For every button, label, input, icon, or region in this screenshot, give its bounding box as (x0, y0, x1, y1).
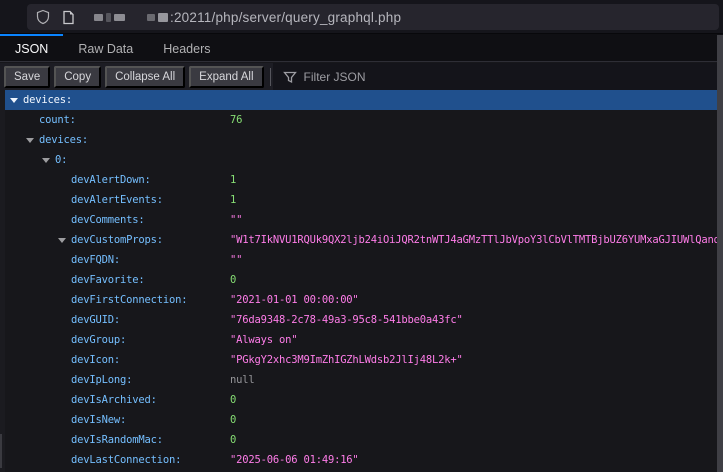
tree-row[interactable]: devIpLong: null (0, 370, 717, 390)
property-key: devGroup: (71, 330, 126, 350)
filter-json-input[interactable] (304, 70, 723, 84)
vertical-scrollbar[interactable] (717, 35, 723, 472)
property-key: devIcon: (71, 350, 120, 370)
tree-row[interactable]: devGUID: "76da9348-2c78-49a3-95c8-541bbe0… (0, 310, 717, 330)
property-value: "Always on" (230, 330, 297, 350)
property-key: devIsArchived: (71, 390, 157, 410)
property-key: count: (39, 110, 76, 130)
property-value: null (230, 370, 255, 390)
tree-row[interactable]: devIsArchived: 0 (0, 390, 717, 410)
expand-all-button[interactable]: Expand All (189, 66, 263, 88)
collapse-all-button[interactable]: Collapse All (105, 66, 185, 88)
filter-funnel-icon (283, 70, 297, 84)
page-icon[interactable] (61, 10, 76, 25)
tab-headers[interactable]: Headers (148, 34, 225, 61)
property-key: devFQDN: (71, 250, 120, 270)
property-value: 0 (230, 430, 236, 450)
property-value: "76da9348-2c78-49a3-95c8-541bbe0a43fc" (230, 310, 463, 330)
property-key: devices: (39, 130, 88, 150)
save-button[interactable]: Save (4, 66, 50, 88)
property-value: 76 (230, 110, 242, 130)
property-value: "PGkgY2xhc3M9ImZhIGZhLWdsb2JlIj48L2k+" (230, 350, 463, 370)
property-value: 0 (230, 270, 236, 290)
property-value: "2021-01-01 00:00:00" (230, 290, 359, 310)
property-key: devIpLong: (71, 370, 132, 390)
property-value: "" (230, 250, 242, 270)
property-key: devAlertDown: (71, 170, 151, 190)
property-value: 1 (230, 170, 236, 190)
tree-row[interactable]: count: 76 (0, 110, 717, 130)
property-key: devices: (23, 90, 72, 110)
toolbar-divider (270, 68, 271, 86)
property-value: "" (230, 210, 242, 230)
property-key: devCustomProps: (71, 230, 163, 250)
property-key: devComments: (71, 210, 144, 230)
twisty-collapse-icon[interactable] (58, 238, 66, 243)
tab-raw-data[interactable]: Raw Data (63, 34, 148, 61)
copy-button[interactable]: Copy (54, 66, 101, 88)
json-toolbar: Save Copy Collapse All Expand All (0, 63, 723, 90)
twisty-collapse-icon[interactable] (10, 98, 18, 103)
tree-row[interactable]: devIcon: "PGkgY2xhc3M9ImZhIGZhLWdsb2JlIj4… (0, 350, 717, 370)
property-key: devIsNew: (71, 410, 126, 430)
tree-row[interactable]: 0: (0, 150, 717, 170)
tree-row[interactable]: devFavorite: 0 (0, 270, 717, 290)
property-key: devAlertEvents: (71, 190, 163, 210)
left-edge-strip (0, 90, 5, 472)
tree-row[interactable]: devices: (0, 130, 717, 150)
property-key: devGUID: (71, 310, 120, 330)
tree-row[interactable]: devAlertEvents: 1 (0, 190, 717, 210)
shield-icon[interactable] (35, 9, 51, 25)
tab-json[interactable]: JSON (0, 34, 63, 61)
url-bar[interactable]: :20211/php/server/query_graphql.php (27, 4, 719, 30)
tree-row[interactable]: devices: (0, 90, 717, 110)
property-key: devIsRandomMac: (71, 430, 163, 450)
property-key: devFavorite: (71, 270, 144, 290)
tree-row[interactable]: devFQDN: "" (0, 250, 717, 270)
tree-row[interactable]: devAlertDown: 1 (0, 170, 717, 190)
property-key: devLastConnection: (71, 450, 181, 470)
property-value: 0 (230, 390, 236, 410)
redacted-host-pixels (94, 11, 168, 23)
url-path-text: :20211/php/server/query_graphql.php (170, 10, 401, 25)
tree-row[interactable]: devIsNew: 0 (0, 410, 717, 430)
property-value: 0 (230, 410, 236, 430)
tree-row[interactable]: devFirstConnection: "2021-01-01 00:00:00" (0, 290, 717, 310)
tree-row[interactable]: devCustomProps: "W1t7IkNVU1RQUk9QX2ljb24i… (0, 230, 717, 250)
tree-row[interactable]: devIsRandomMac: 0 (0, 430, 717, 450)
property-key: devFirstConnection: (71, 290, 187, 310)
browser-chrome: :20211/php/server/query_graphql.php (0, 0, 723, 33)
property-value: "W1t7IkNVU1RQUk9QX2ljb24iOiJQR2tnWTJ4aGM… (230, 230, 717, 250)
property-key: 0: (55, 150, 67, 170)
tree-row[interactable]: devComments: "" (0, 210, 717, 230)
twisty-collapse-icon[interactable] (42, 158, 50, 163)
filter-box[interactable] (273, 63, 723, 90)
json-tree: devices:count:76devices:0:devAlertDown:1… (0, 90, 717, 472)
twisty-collapse-icon[interactable] (26, 138, 34, 143)
property-value: "2025-06-06 01:49:16" (230, 450, 359, 470)
property-value: 1 (230, 190, 236, 210)
tree-row[interactable]: devLastConnection: "2025-06-06 01:49:16" (0, 450, 717, 470)
viewer-tab-bar: JSON Raw Data Headers (0, 33, 723, 62)
tree-row[interactable]: devGroup: "Always on" (0, 330, 717, 350)
